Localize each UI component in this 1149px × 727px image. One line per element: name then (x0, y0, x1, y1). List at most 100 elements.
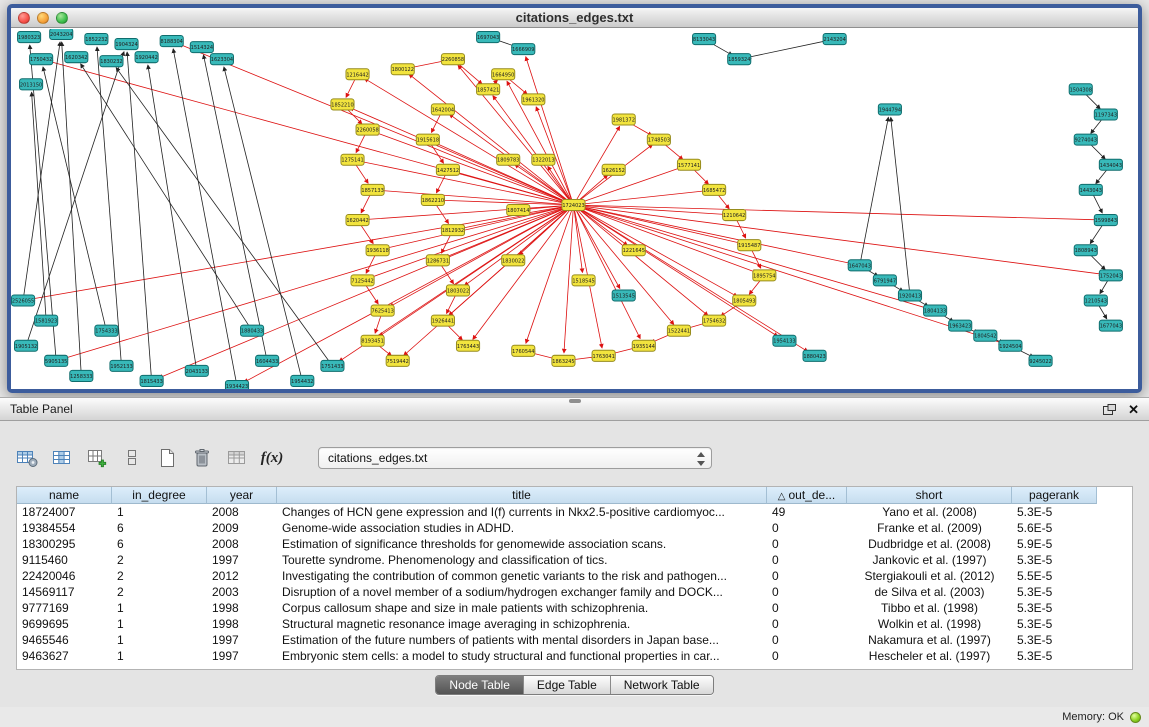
cell-title[interactable]: Tourette syndrome. Phenomenology and cla… (277, 552, 767, 568)
graph-node[interactable]: 2013150 (20, 79, 43, 90)
graph-edge[interactable] (573, 205, 1097, 220)
cell-name[interactable]: 18300295 (17, 536, 112, 552)
graph-node[interactable]: 1862210 (421, 194, 444, 205)
column-header-name[interactable]: name (17, 487, 112, 504)
graph-node[interactable]: 1752043 (1099, 270, 1122, 281)
graph-node[interactable]: 1809783 (497, 154, 520, 165)
graph-node[interactable]: 7625413 (371, 305, 394, 316)
cell-short[interactable]: de Silva et al. (2003) (847, 584, 1012, 600)
graph-node[interactable]: 1880423 (803, 350, 826, 361)
graph-node[interactable]: 1905132 (15, 340, 38, 351)
new-table-icon[interactable] (154, 445, 180, 471)
graph-node[interactable]: 8193451 (361, 335, 384, 346)
graph-node[interactable]: 1961320 (522, 94, 545, 105)
graph-node[interactable]: 2043133 (185, 365, 208, 376)
graph-node[interactable]: 9274043 (1074, 134, 1097, 145)
cell-name[interactable]: 9699695 (17, 616, 112, 632)
cell-pagerank[interactable]: 5.3E-5 (1012, 632, 1097, 648)
graph-node[interactable]: 1210543 (1084, 295, 1107, 306)
graph-edge[interactable] (148, 65, 197, 371)
graph-node[interactable]: 1807414 (507, 204, 530, 215)
cell-out_degree[interactable]: 0 (767, 616, 847, 632)
table-row[interactable]: 946362711997Embryonic stem cells: a mode… (17, 648, 1132, 664)
window-titlebar[interactable]: citations_edges.txt (11, 8, 1138, 28)
graph-node[interactable]: 1830022 (502, 255, 525, 266)
graph-node[interactable]: 1954432 (291, 375, 314, 386)
cell-out_degree[interactable]: 0 (767, 568, 847, 584)
graph-edge[interactable] (573, 205, 640, 339)
graph-node[interactable]: 1815433 (140, 375, 163, 386)
graph-edge[interactable] (573, 205, 737, 297)
graph-node[interactable]: 1954133 (773, 335, 796, 346)
graph-edge[interactable] (573, 205, 777, 336)
graph-node[interactable]: 1863245 (552, 355, 575, 366)
graph-edge[interactable] (370, 205, 573, 278)
cell-title[interactable]: Estimation of the future numbers of pati… (277, 632, 767, 648)
cell-in_degree[interactable]: 1 (112, 616, 207, 632)
graph-node[interactable]: 1805493 (733, 295, 756, 306)
graph-node[interactable]: 5905135 (45, 355, 68, 366)
graph-node[interactable]: 1760544 (512, 345, 535, 356)
import-table-icon[interactable] (224, 445, 250, 471)
graph-node[interactable]: 1697043 (477, 32, 500, 43)
graph-node[interactable]: 1751433 (321, 360, 344, 371)
cell-title[interactable]: Estimation of significance thresholds fo… (277, 536, 767, 552)
graph-node[interactable]: 1859324 (728, 54, 751, 65)
graph-node[interactable]: 1763041 (592, 350, 615, 361)
cell-title[interactable]: Embryonic stem cells: a model to study s… (277, 648, 767, 664)
cell-in_degree[interactable]: 1 (112, 600, 207, 616)
cell-year[interactable]: 2008 (207, 536, 277, 552)
memory-indicator[interactable] (1130, 712, 1141, 723)
graph-node[interactable]: 1216442 (346, 69, 369, 80)
graph-node[interactable]: 1895754 (753, 270, 776, 281)
cell-name[interactable]: 9115460 (17, 552, 112, 568)
cell-pagerank[interactable]: 5.5E-5 (1012, 568, 1097, 584)
cell-in_degree[interactable]: 6 (112, 536, 207, 552)
graph-edge[interactable] (573, 205, 582, 272)
cell-short[interactable]: Jankovic et al. (1997) (847, 552, 1012, 568)
cell-short[interactable]: Wolkin et al. (1998) (847, 616, 1012, 632)
graph-node[interactable]: 9245022 (1029, 355, 1052, 366)
graph-node[interactable]: 1677043 (1099, 320, 1122, 331)
graph-edge[interactable] (573, 205, 1102, 274)
cell-name[interactable]: 18724007 (17, 504, 112, 520)
graph-node[interactable]: 1952133 (110, 360, 133, 371)
graph-edge[interactable] (464, 205, 573, 286)
cell-name[interactable]: 9465546 (17, 632, 112, 648)
function-builder-icon[interactable]: f(x) (259, 445, 285, 471)
cell-name[interactable]: 22420046 (17, 568, 112, 584)
cell-short[interactable]: Nakamura et al. (1997) (847, 632, 1012, 648)
create-column-icon[interactable] (84, 445, 110, 471)
graph-node[interactable]: 1924504 (999, 340, 1022, 351)
close-panel-icon[interactable]: ✕ (1128, 403, 1139, 416)
cell-in_degree[interactable]: 1 (112, 504, 207, 520)
graph-node[interactable]: 1748503 (647, 134, 670, 145)
cell-out_degree[interactable]: 49 (767, 504, 847, 520)
graph-node[interactable]: 1804133 (924, 305, 947, 316)
cell-pagerank[interactable]: 5.6E-5 (1012, 520, 1097, 536)
graph-node[interactable]: 1803022 (446, 285, 469, 296)
cell-title[interactable]: Disruption of a novel member of a sodium… (277, 584, 767, 600)
graph-edge[interactable] (32, 92, 47, 320)
graph-node[interactable]: 1808943 (1074, 245, 1097, 256)
graph-node[interactable]: 8188304 (160, 36, 183, 47)
cell-pagerank[interactable]: 5.9E-5 (1012, 536, 1097, 552)
graph-node[interactable]: 1804542 (974, 330, 997, 341)
table-row[interactable]: 969969511998Structural magnetic resonanc… (17, 616, 1132, 632)
cell-in_degree[interactable]: 2 (112, 552, 207, 568)
cell-out_degree[interactable]: 0 (767, 520, 847, 536)
graph-edge[interactable] (26, 52, 124, 346)
table-row[interactable]: 1830029562008Estimation of significance … (17, 536, 1132, 552)
graph-node[interactable]: 1604433 (256, 355, 279, 366)
cell-name[interactable]: 9463627 (17, 648, 112, 664)
cell-name[interactable]: 19384554 (17, 520, 112, 536)
graph-node[interactable]: 1513545 (612, 290, 635, 301)
graph-node[interactable]: 1275141 (341, 154, 364, 165)
cell-title[interactable]: Corpus callosum shape and size in male p… (277, 600, 767, 616)
table-row[interactable]: 1872400712008Changes of HCN gene express… (17, 504, 1132, 520)
tab-node-table[interactable]: Node Table (436, 676, 524, 694)
graph-node[interactable]: 1504308 (1069, 84, 1092, 95)
graph-node[interactable]: 1754632 (703, 315, 726, 326)
graph-edge[interactable] (116, 68, 332, 366)
table-row[interactable]: 1456911722003Disruption of a novel membe… (17, 584, 1132, 600)
